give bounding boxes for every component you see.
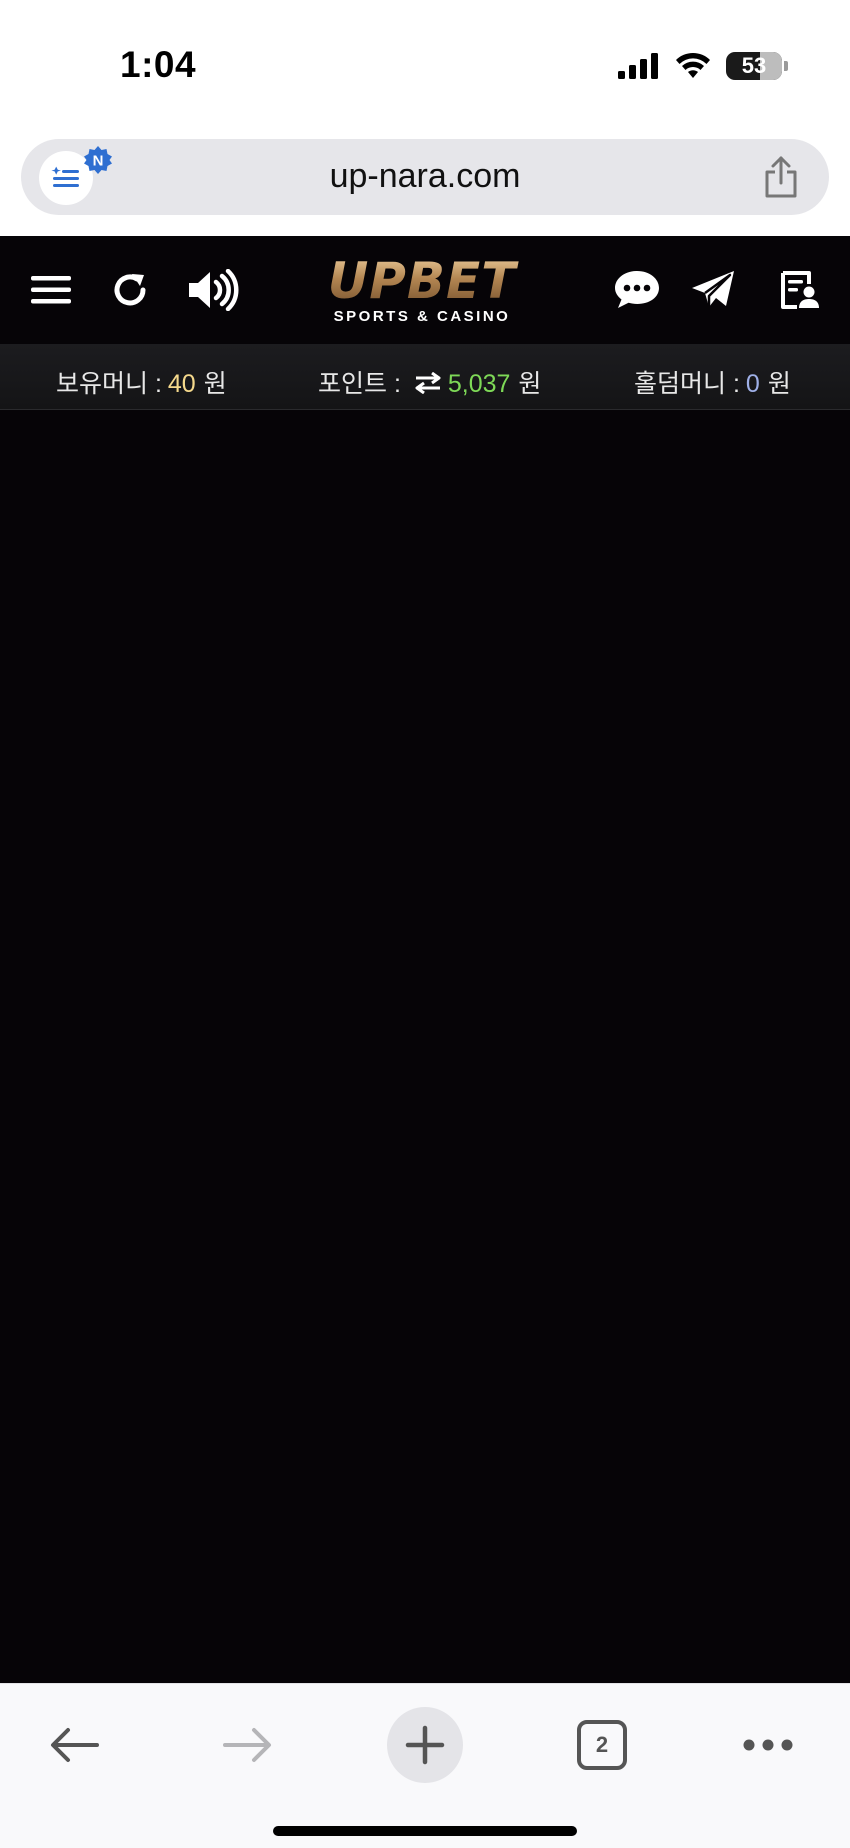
forward-button[interactable] bbox=[212, 1710, 282, 1780]
forward-arrow-icon bbox=[223, 1728, 271, 1762]
holdem-balance: 홀덤머니 :0원 bbox=[634, 364, 791, 400]
tab-switcher-button[interactable]: 2 bbox=[577, 1720, 627, 1770]
back-button[interactable] bbox=[40, 1710, 110, 1780]
more-button[interactable] bbox=[740, 1710, 796, 1780]
menu-button[interactable] bbox=[28, 266, 76, 314]
telegram-button[interactable] bbox=[688, 266, 738, 314]
browser-toolbar: 2 bbox=[0, 1683, 850, 1848]
back-arrow-icon bbox=[51, 1728, 99, 1762]
points-unit: 원 bbox=[518, 370, 542, 398]
speaker-icon bbox=[189, 269, 239, 311]
money-balance: 보유머니 :40 원 bbox=[56, 364, 227, 400]
tabs-count: 2 bbox=[577, 1720, 627, 1770]
address-bar[interactable]: N up-nara.com bbox=[21, 139, 829, 215]
cellular-signal-icon bbox=[618, 53, 658, 79]
my-page-button[interactable] bbox=[774, 266, 822, 314]
money-unit: 원 bbox=[203, 370, 227, 398]
new-tab-button[interactable] bbox=[387, 1707, 463, 1783]
telegram-icon bbox=[692, 271, 734, 307]
more-icon bbox=[743, 1739, 793, 1751]
logo-subtitle: SPORTS & CASINO bbox=[333, 308, 511, 325]
battery-indicator: 53 bbox=[726, 52, 782, 80]
sound-button[interactable] bbox=[186, 266, 242, 314]
money-label: 보유머니 : bbox=[56, 370, 162, 398]
menu-icon bbox=[31, 276, 71, 304]
plus-icon bbox=[405, 1725, 445, 1765]
balance-bar: 보유머니 :40 원 포인트 : 5,037 원 홀덤머니 :0원 bbox=[0, 344, 850, 410]
exchange-icon[interactable] bbox=[414, 371, 442, 395]
status-icons: 53 bbox=[618, 52, 788, 80]
wifi-icon bbox=[676, 52, 710, 78]
points-value: 5,037 bbox=[447, 370, 511, 398]
points-balance: 포인트 : 5,037 원 bbox=[318, 364, 541, 400]
refresh-icon bbox=[114, 274, 146, 306]
chat-button[interactable] bbox=[612, 266, 662, 314]
status-bar: 1:04 53 bbox=[0, 0, 850, 130]
status-time: 1:04 bbox=[120, 44, 197, 85]
user-card-icon bbox=[781, 271, 819, 309]
url-text[interactable]: up-nara.com bbox=[21, 157, 829, 196]
money-value: 40 bbox=[167, 370, 196, 398]
holdem-unit: 원 bbox=[767, 370, 791, 398]
logo-text: UPBET bbox=[302, 256, 542, 306]
holdem-value: 0 bbox=[745, 370, 760, 398]
site-logo[interactable]: UPBET SPORTS & CASINO bbox=[302, 256, 542, 326]
share-icon[interactable] bbox=[761, 155, 801, 199]
site-viewport: UPBET SPORTS & CASINO 보유머니: 40 원 포인트: … bbox=[0, 236, 850, 1683]
chat-icon bbox=[615, 271, 659, 308]
home-indicator[interactable] bbox=[273, 1826, 577, 1836]
battery-level: 53 bbox=[741, 53, 767, 78]
refresh-button[interactable] bbox=[106, 266, 154, 314]
points-label: 포인트 : bbox=[318, 370, 401, 398]
holdem-label: 홀덤머니 : bbox=[634, 370, 740, 398]
site-header: UPBET SPORTS & CASINO bbox=[0, 236, 850, 344]
